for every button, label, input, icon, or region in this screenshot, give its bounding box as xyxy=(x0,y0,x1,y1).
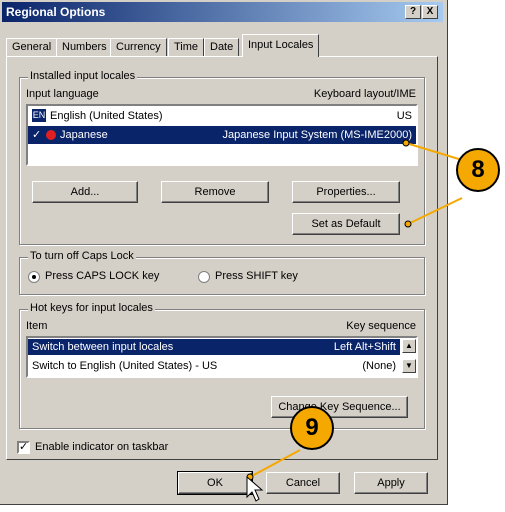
title-bar: Regional Options ? X xyxy=(2,2,443,22)
add-button[interactable]: Add... xyxy=(32,181,138,203)
hotkey-sequence: (None) xyxy=(362,360,396,372)
list-item[interactable]: Switch to English (United States) - US (… xyxy=(28,358,400,374)
hotkeys-list[interactable]: Switch between input locales Left Alt+Sh… xyxy=(26,336,418,378)
col-keyboard-layout: Keyboard layout/IME xyxy=(313,88,416,100)
locale-layout: Japanese Input System (MS-IME2000) xyxy=(222,129,412,141)
tab-currency[interactable]: Currency xyxy=(110,38,167,56)
change-key-sequence-button[interactable]: Change Key Sequence... xyxy=(271,396,408,418)
indicator-checkbox[interactable]: ✓ xyxy=(17,441,30,454)
help-button[interactable]: ? xyxy=(405,5,421,19)
properties-button[interactable]: Properties... xyxy=(292,181,400,203)
hotkeys-label: Hot keys for input locales xyxy=(28,302,155,314)
installed-locales-group: Installed input locales Input language K… xyxy=(19,70,425,245)
hotkey-item: Switch between input locales xyxy=(32,341,174,353)
installed-locales-label: Installed input locales xyxy=(28,70,138,82)
callout-8: 8 xyxy=(456,148,500,192)
close-button[interactable]: X xyxy=(422,5,438,19)
capslock-label: To turn off Caps Lock xyxy=(28,250,136,262)
list-item[interactable]: EN English (United States) US xyxy=(28,108,416,124)
remove-button[interactable]: Remove xyxy=(161,181,269,203)
set-as-default-button[interactable]: Set as Default xyxy=(292,213,400,235)
hotkey-sequence: Left Alt+Shift xyxy=(333,341,396,353)
regional-options-dialog: Regional Options ? X General Numbers Cur… xyxy=(0,0,448,505)
locale-language: Japanese xyxy=(60,129,108,141)
col-key-sequence: Key sequence xyxy=(346,320,416,332)
capslock-group: To turn off Caps Lock Press CAPS LOCK ke… xyxy=(19,250,425,295)
radio-caps-lock[interactable] xyxy=(28,271,40,283)
tab-numbers[interactable]: Numbers xyxy=(56,38,113,56)
scroll-up-arrow-icon[interactable]: ▲ xyxy=(402,339,416,353)
hotkey-item: Switch to English (United States) - US xyxy=(32,360,218,372)
tab-date[interactable]: Date xyxy=(204,38,240,56)
ime-icon xyxy=(46,130,56,140)
radio-shift-label[interactable]: Press SHIFT key xyxy=(215,270,298,282)
hotkeys-group: Hot keys for input locales Item Key sequ… xyxy=(19,302,425,429)
scroll-down-arrow-icon[interactable]: ▼ xyxy=(402,359,416,373)
tab-general[interactable]: General xyxy=(6,38,58,56)
window-title: Regional Options xyxy=(6,5,106,19)
tab-input-locales[interactable]: Input Locales xyxy=(242,34,320,57)
input-locales-panel: Installed input locales Input language K… xyxy=(6,56,438,460)
radio-shift[interactable] xyxy=(198,271,210,283)
tab-time[interactable]: Time xyxy=(168,38,205,56)
locale-language: English (United States) xyxy=(50,110,163,122)
list-item-selected[interactable]: ✓ Japanese Japanese Input System (MS-IME… xyxy=(28,126,416,144)
installed-locales-list[interactable]: EN English (United States) US ✓ Japanese… xyxy=(26,104,418,166)
locale-layout: US xyxy=(396,110,412,122)
default-check-icon: ✓ xyxy=(32,129,42,141)
cancel-button[interactable]: Cancel xyxy=(266,472,340,494)
indicator-label[interactable]: Enable indicator on taskbar xyxy=(35,441,168,453)
list-item-selected[interactable]: Switch between input locales Left Alt+Sh… xyxy=(28,339,400,355)
radio-selected-dot xyxy=(32,275,36,279)
ok-button[interactable]: OK xyxy=(177,471,253,495)
col-input-language: Input language xyxy=(26,88,99,100)
radio-caps-lock-label[interactable]: Press CAPS LOCK key xyxy=(45,270,159,282)
col-item: Item xyxy=(26,320,48,332)
callout-9: 9 xyxy=(290,406,334,450)
en-locale-icon: EN xyxy=(32,109,46,122)
apply-button[interactable]: Apply xyxy=(354,472,428,494)
